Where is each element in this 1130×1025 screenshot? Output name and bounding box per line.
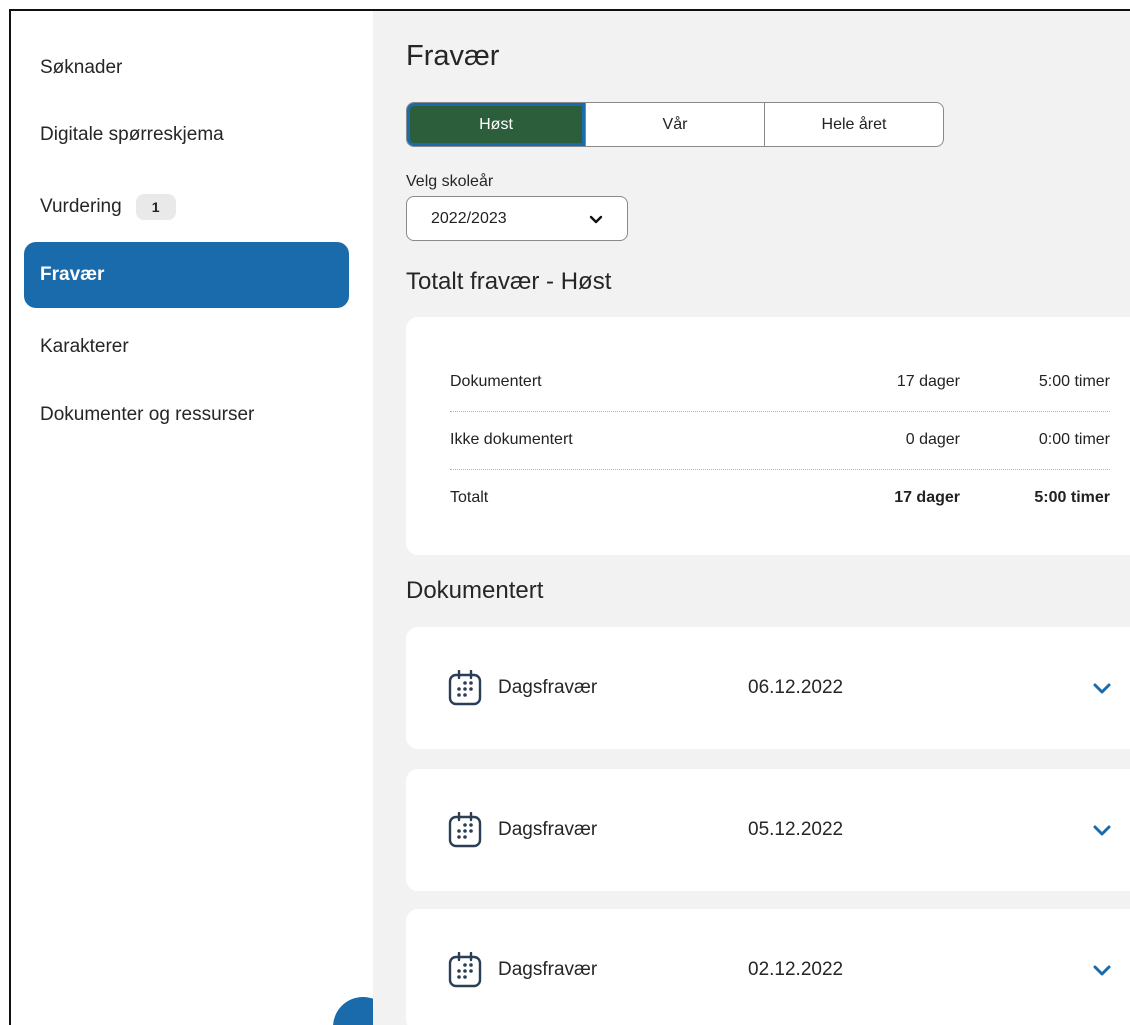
summary-row-ikke-dokumentert: Ikke dokumentert 0 dager 0:00 timer	[450, 411, 1110, 470]
absence-type: Dagsfravær	[498, 677, 598, 698]
summary-label: Totalt	[450, 489, 489, 506]
sidebar-item-label: Fravær	[40, 264, 105, 285]
sidebar-item-fravaer[interactable]: Fravær	[24, 242, 349, 308]
main-content: Fravær Høst Vår Hele året Velg skoleår 2…	[373, 11, 1130, 1025]
absence-item[interactable]: Dagsfravær 06.12.2022	[406, 627, 1130, 749]
summary-hours: 5:00 timer	[1038, 373, 1110, 390]
absence-type: Dagsfravær	[498, 819, 598, 840]
documented-heading: Dokumentert	[406, 577, 544, 604]
summary-label: Dokumentert	[450, 373, 542, 390]
summary-label: Ikke dokumentert	[450, 431, 573, 448]
summary-hours: 0:00 timer	[1038, 431, 1110, 448]
summary-row-dokumentert: Dokumentert 17 dager 5:00 timer	[450, 353, 1110, 412]
sidebar-item-label: Dokumenter og ressurser	[40, 404, 255, 425]
absence-type: Dagsfravær	[498, 959, 598, 980]
summary-days: 17 dager	[896, 373, 960, 390]
chevron-down-icon[interactable]	[1091, 961, 1113, 981]
tab-hele-aret[interactable]: Hele året	[765, 103, 943, 146]
school-year-select[interactable]: 2022/2023	[406, 196, 628, 241]
sidebar-item-label: Vurdering	[40, 196, 122, 217]
tab-host[interactable]: Høst	[407, 103, 586, 146]
chevron-down-icon	[589, 215, 603, 224]
sidebar-item-karakterer[interactable]: Karakterer	[24, 314, 349, 380]
sidebar-item-soknader[interactable]: Søknader	[24, 35, 349, 101]
notification-badge: 1	[135, 194, 176, 220]
absence-item[interactable]: Dagsfravær 05.12.2022	[406, 769, 1130, 891]
school-year-value: 2022/2023	[431, 209, 507, 227]
app-frame: Søknader Digitale spørreskjema Vurdering…	[9, 9, 1130, 1025]
summary-days: 17 dager	[894, 489, 960, 506]
summary-row-totalt: Totalt 17 dager 5:00 timer	[450, 469, 1110, 527]
semester-tabs: Høst Vår Hele året	[406, 102, 944, 147]
summary-days: 0 dager	[905, 431, 960, 448]
summary-hours: 5:00 timer	[1034, 489, 1110, 506]
sidebar-item-vurdering[interactable]: Vurdering 1	[24, 174, 349, 240]
calendar-icon	[448, 670, 482, 706]
calendar-icon	[448, 812, 482, 848]
chevron-down-icon[interactable]	[1091, 679, 1113, 699]
sidebar-item-dokumenter-og-ressurser[interactable]: Dokumenter og ressurser	[24, 382, 349, 448]
chevron-down-icon[interactable]	[1091, 821, 1113, 841]
absence-item[interactable]: Dagsfravær 02.12.2022	[406, 909, 1130, 1025]
sidebar: Søknader Digitale spørreskjema Vurdering…	[11, 11, 393, 1025]
school-year-label: Velg skoleår	[406, 173, 494, 190]
summary-heading: Totalt fravær - Høst	[406, 268, 612, 295]
sidebar-item-label: Digitale spørreskjema	[40, 124, 224, 145]
sidebar-item-label: Søknader	[40, 57, 123, 78]
sidebar-item-digitale-sporreskjema[interactable]: Digitale spørreskjema	[24, 102, 349, 168]
tab-var[interactable]: Vår	[586, 103, 765, 146]
absence-date: 05.12.2022	[748, 819, 844, 840]
calendar-icon	[448, 952, 482, 988]
page-title: Fravær	[406, 40, 500, 72]
summary-card: Dokumentert 17 dager 5:00 timer Ikke dok…	[406, 317, 1130, 555]
absence-date: 06.12.2022	[748, 677, 844, 698]
absence-date: 02.12.2022	[748, 959, 844, 980]
sidebar-item-label: Karakterer	[40, 336, 129, 357]
